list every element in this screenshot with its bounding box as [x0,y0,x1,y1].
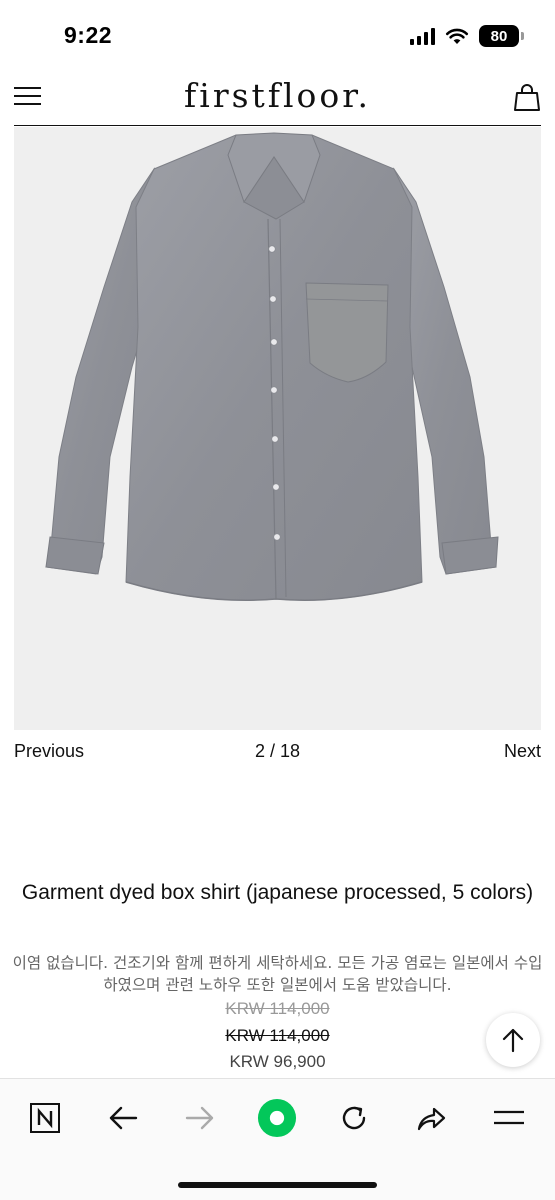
battery-icon: 80 [479,25,524,47]
sale-price: KRW 96,900 [229,1052,326,1071]
image-counter: 2 / 18 [254,741,301,761]
product-description: 이염 없습니다. 건조기와 함께 편하게 세탁하세요. 모든 가공 염료는 일본… [12,954,543,994]
status-icons: 80 [410,24,524,48]
share-icon[interactable] [411,1101,451,1135]
next-button[interactable]: Next [504,741,541,762]
forward-arrow-icon[interactable] [180,1101,220,1135]
arrow-up-icon [502,1028,524,1053]
menu-icon[interactable] [489,1101,529,1135]
product-title: Garment dyed box shirt (japanese process… [21,881,534,904]
wifi-icon [445,28,469,44]
back-arrow-icon[interactable] [103,1101,143,1135]
shirt-illustration [45,132,499,601]
status-time: 9:22 [64,22,113,48]
status-bar: 9:22 80 [0,0,555,70]
site-logo[interactable]: firstfloor. [14,76,541,115]
original-price-secondary: KRW 114,000 [225,1026,330,1045]
scroll-to-top-button[interactable] [486,1013,540,1067]
product-image[interactable] [14,127,541,730]
shopping-bag-icon[interactable] [513,82,541,112]
site-header: firstfloor. [14,70,541,126]
home-indicator [178,1182,377,1188]
original-price: KRW 114,000 [225,999,330,1018]
reload-icon[interactable] [334,1101,374,1135]
image-pager: Previous 2 / 18 Next [14,741,541,765]
cellular-signal-icon [410,27,435,45]
naver-n-icon[interactable] [25,1101,65,1135]
green-home-icon[interactable] [257,1098,297,1138]
